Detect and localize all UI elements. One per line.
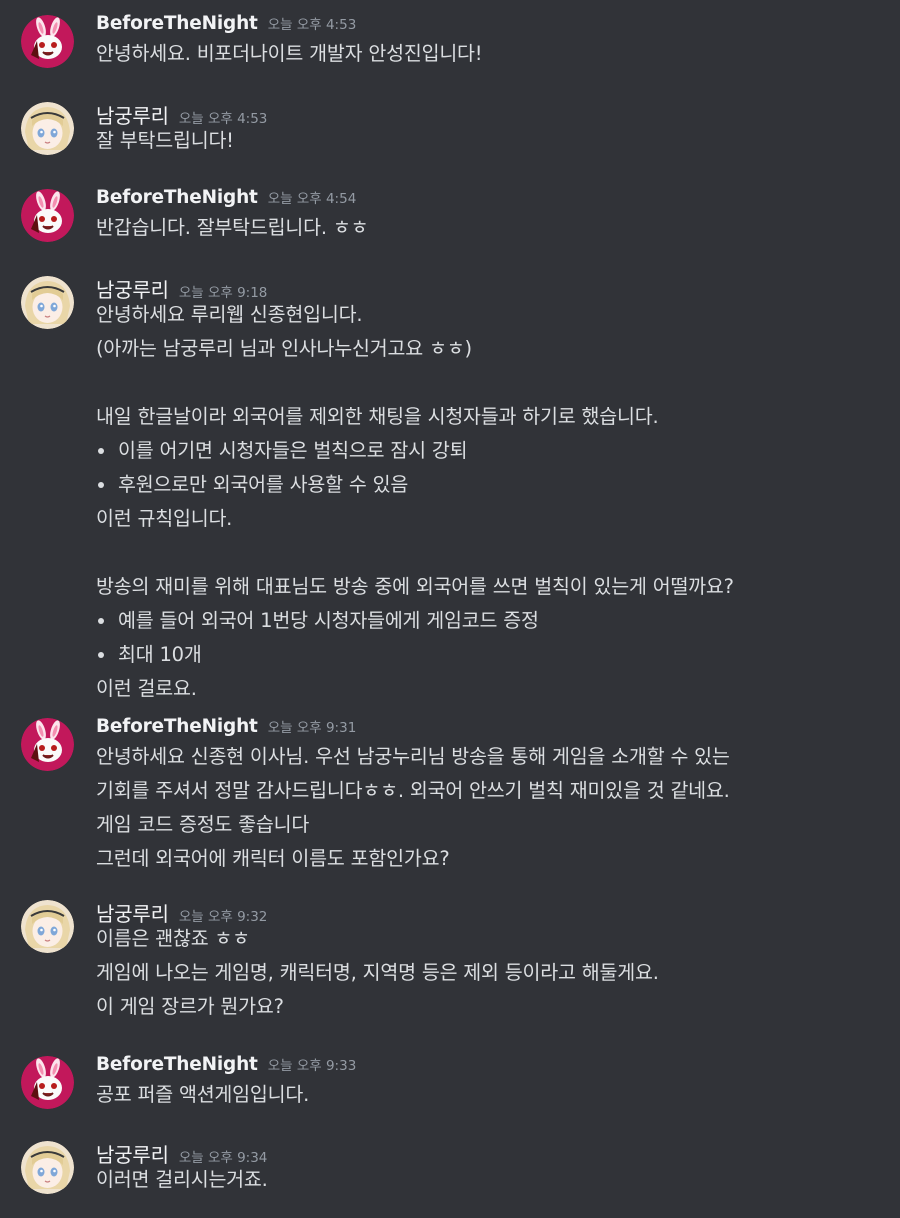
- anime-girl-avatar[interactable]: [21, 1141, 74, 1194]
- message-header: 남궁루리 오늘 오후 9:18: [96, 274, 267, 302]
- message-header: 남궁루리 오늘 오후 9:32: [96, 898, 267, 926]
- message-content: 잘 부탁드립니다!: [96, 124, 886, 158]
- message-line: 방송의 재미를 위해 대표님도 방송 중에 외국어를 쓰면 벌칙이 있는게 어떨…: [96, 575, 734, 598]
- message-line: 그런데 외국어에 캐릭터 이름도 포함인가요?: [96, 847, 450, 870]
- timestamp: 오늘 오후 4:53: [267, 17, 357, 33]
- author-name[interactable]: BeforeTheNight: [96, 187, 258, 208]
- bunny-avatar[interactable]: [21, 15, 74, 68]
- bullet-item: 예를 들어 외국어 1번당 시청자들에게 게임코드 증정: [96, 604, 886, 638]
- bunny-avatar[interactable]: [21, 189, 74, 242]
- message-line: 안녕하세요 신종현 이사님. 우선 남궁누리님 방송을 통해 게임을 소개할 수…: [96, 745, 730, 768]
- bullet-item: 이를 어기면 시청자들은 벌칙으로 잠시 강퇴: [96, 434, 886, 468]
- message-content: 이러면 걸리시는거죠.: [96, 1163, 886, 1197]
- anime-girl-avatar[interactable]: [21, 900, 74, 953]
- message-line: (아까는 남궁루리 님과 인사나누신거고요 ㅎㅎ): [96, 337, 472, 360]
- message-header: BeforeTheNight 오늘 오후 4:53: [96, 13, 356, 39]
- bunny-avatar[interactable]: [21, 1056, 74, 1109]
- message-content: 공포 퍼즐 액션게임입니다.: [96, 1078, 886, 1112]
- anime-girl-avatar[interactable]: [21, 102, 74, 155]
- bullet-item: 최대 10개: [96, 638, 886, 672]
- message-line: 이러면 걸리시는거죠.: [96, 1168, 268, 1191]
- timestamp: 오늘 오후 9:31: [267, 720, 357, 736]
- message-line: 게임 코드 증정도 좋습니다: [96, 813, 310, 836]
- message-line: 반갑습니다. 잘부탁드립니다. ㅎㅎ: [96, 216, 369, 239]
- message-header: BeforeTheNight 오늘 오후 9:31: [96, 716, 356, 742]
- author-name[interactable]: BeforeTheNight: [96, 1054, 258, 1075]
- message-content: 이름은 괜찮죠 ㅎㅎ 게임에 나오는 게임명, 캐릭터명, 지역명 등은 제외 등…: [96, 922, 886, 1024]
- message-line: 이런 걸로요.: [96, 677, 197, 700]
- message-content: 안녕하세요 루리웹 신종현입니다. (아까는 남궁루리 님과 인사나누신거고요 ㅎ…: [96, 298, 886, 706]
- bullet-item: 후원으로만 외국어를 사용할 수 있음: [96, 468, 886, 502]
- author-name[interactable]: BeforeTheNight: [96, 13, 258, 34]
- message-content: 반갑습니다. 잘부탁드립니다. ㅎㅎ: [96, 211, 886, 245]
- message-line: 안녕하세요. 비포더나이트 개발자 안성진입니다!: [96, 42, 483, 65]
- bunny-avatar[interactable]: [21, 718, 74, 771]
- timestamp: 오늘 오후 4:54: [267, 191, 357, 207]
- message-line: 안녕하세요 루리웹 신종현입니다.: [96, 303, 363, 326]
- message-line: 게임에 나오는 게임명, 캐릭터명, 지역명 등은 제외 등이라고 해둘게요.: [96, 961, 659, 984]
- message-header: BeforeTheNight 오늘 오후 9:33: [96, 1054, 356, 1080]
- anime-girl-avatar[interactable]: [21, 276, 74, 329]
- message-line: 이름은 괜찮죠 ㅎㅎ: [96, 927, 250, 950]
- message-content: 안녕하세요. 비포더나이트 개발자 안성진입니다!: [96, 37, 886, 71]
- message-line: 내일 한글날이라 외국어를 제외한 채팅을 시청자들과 하기로 했습니다.: [96, 405, 659, 428]
- message-line: 기회를 주셔서 정말 감사드립니다ㅎㅎ. 외국어 안쓰기 벌칙 재미있을 것 같…: [96, 779, 730, 802]
- timestamp: 오늘 오후 9:33: [267, 1058, 357, 1074]
- message-header: BeforeTheNight 오늘 오후 4:54: [96, 187, 356, 213]
- message-line: 이런 규칙입니다.: [96, 507, 233, 530]
- message-line: 잘 부탁드립니다!: [96, 129, 234, 152]
- message-line: 이 게임 장르가 뭔가요?: [96, 995, 284, 1018]
- chat-message-list: BeforeTheNight 오늘 오후 4:53 안녕하세요. 비포더나이트 개발…: [0, 0, 900, 1218]
- author-name[interactable]: BeforeTheNight: [96, 716, 258, 737]
- message-content: 안녕하세요 신종현 이사님. 우선 남궁누리님 방송을 통해 게임을 소개할 수…: [96, 740, 886, 876]
- message-header: 남궁루리 오늘 오후 4:53: [96, 100, 267, 128]
- message-header: 남궁루리 오늘 오후 9:34: [96, 1139, 267, 1167]
- message-line: 공포 퍼즐 액션게임입니다.: [96, 1083, 310, 1106]
